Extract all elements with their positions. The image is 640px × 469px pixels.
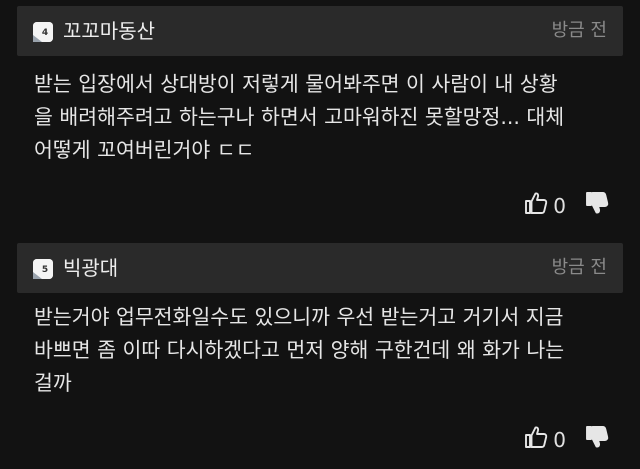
comment-time: 방금 전: [551, 257, 607, 278]
level-icon: 5: [33, 259, 53, 279]
comment-line: 어떻게 꼬여버린거야 ㄷㄷ: [34, 138, 255, 162]
comment-line: 바쁘면 좀 이따 다시하겠다고 먼저 양해 구한건데 왜 화가 나는: [34, 338, 565, 362]
comment-time: 방금 전: [551, 20, 607, 41]
author-name[interactable]: 빅광대: [63, 256, 118, 280]
comment-line: 걸까: [34, 371, 72, 395]
level-icon: 4: [33, 22, 53, 42]
like-button[interactable]: [523, 190, 549, 220]
thumbs-down-icon: [586, 426, 609, 448]
comment-header: 4 꼬꼬마동산 방금 전: [17, 6, 623, 56]
dislike-button[interactable]: [584, 190, 610, 220]
thumbs-up-icon: [525, 192, 548, 214]
comment-text: 받는 입장에서 상대방이 저렇게 물어봐주면 이 사람이 내 상황 을 배려해주…: [34, 68, 620, 167]
comment-actions: 0: [523, 190, 610, 220]
level-number: 4: [42, 28, 48, 38]
comment-line: 받는 입장에서 상대방이 저렇게 물어봐주면 이 사람이 내 상황: [34, 72, 558, 96]
level-number: 5: [42, 265, 48, 275]
level-badge: 4: [33, 22, 53, 42]
like-button[interactable]: [523, 424, 549, 454]
like-count: 0: [553, 428, 566, 452]
level-badge: 5: [33, 259, 53, 279]
comment-actions: 0: [523, 424, 610, 454]
comment-header: 5 빅광대 방금 전: [17, 243, 623, 293]
dislike-button[interactable]: [584, 424, 610, 454]
thumbs-down-icon: [586, 192, 609, 214]
like-count: 0: [553, 194, 566, 218]
comment-line: 받는거야 업무전화일수도 있으니까 우선 받는거고 거기서 지금: [34, 305, 564, 329]
comment-text: 받는거야 업무전화일수도 있으니까 우선 받는거고 거기서 지금 바쁘면 좀 이…: [34, 301, 620, 400]
author-name[interactable]: 꼬꼬마동산: [63, 19, 155, 43]
comment-line: 을 배려해주려고 하는구나 하면서 고마워하진 못할망정... 대체: [34, 105, 565, 129]
thumbs-up-icon: [525, 426, 548, 448]
